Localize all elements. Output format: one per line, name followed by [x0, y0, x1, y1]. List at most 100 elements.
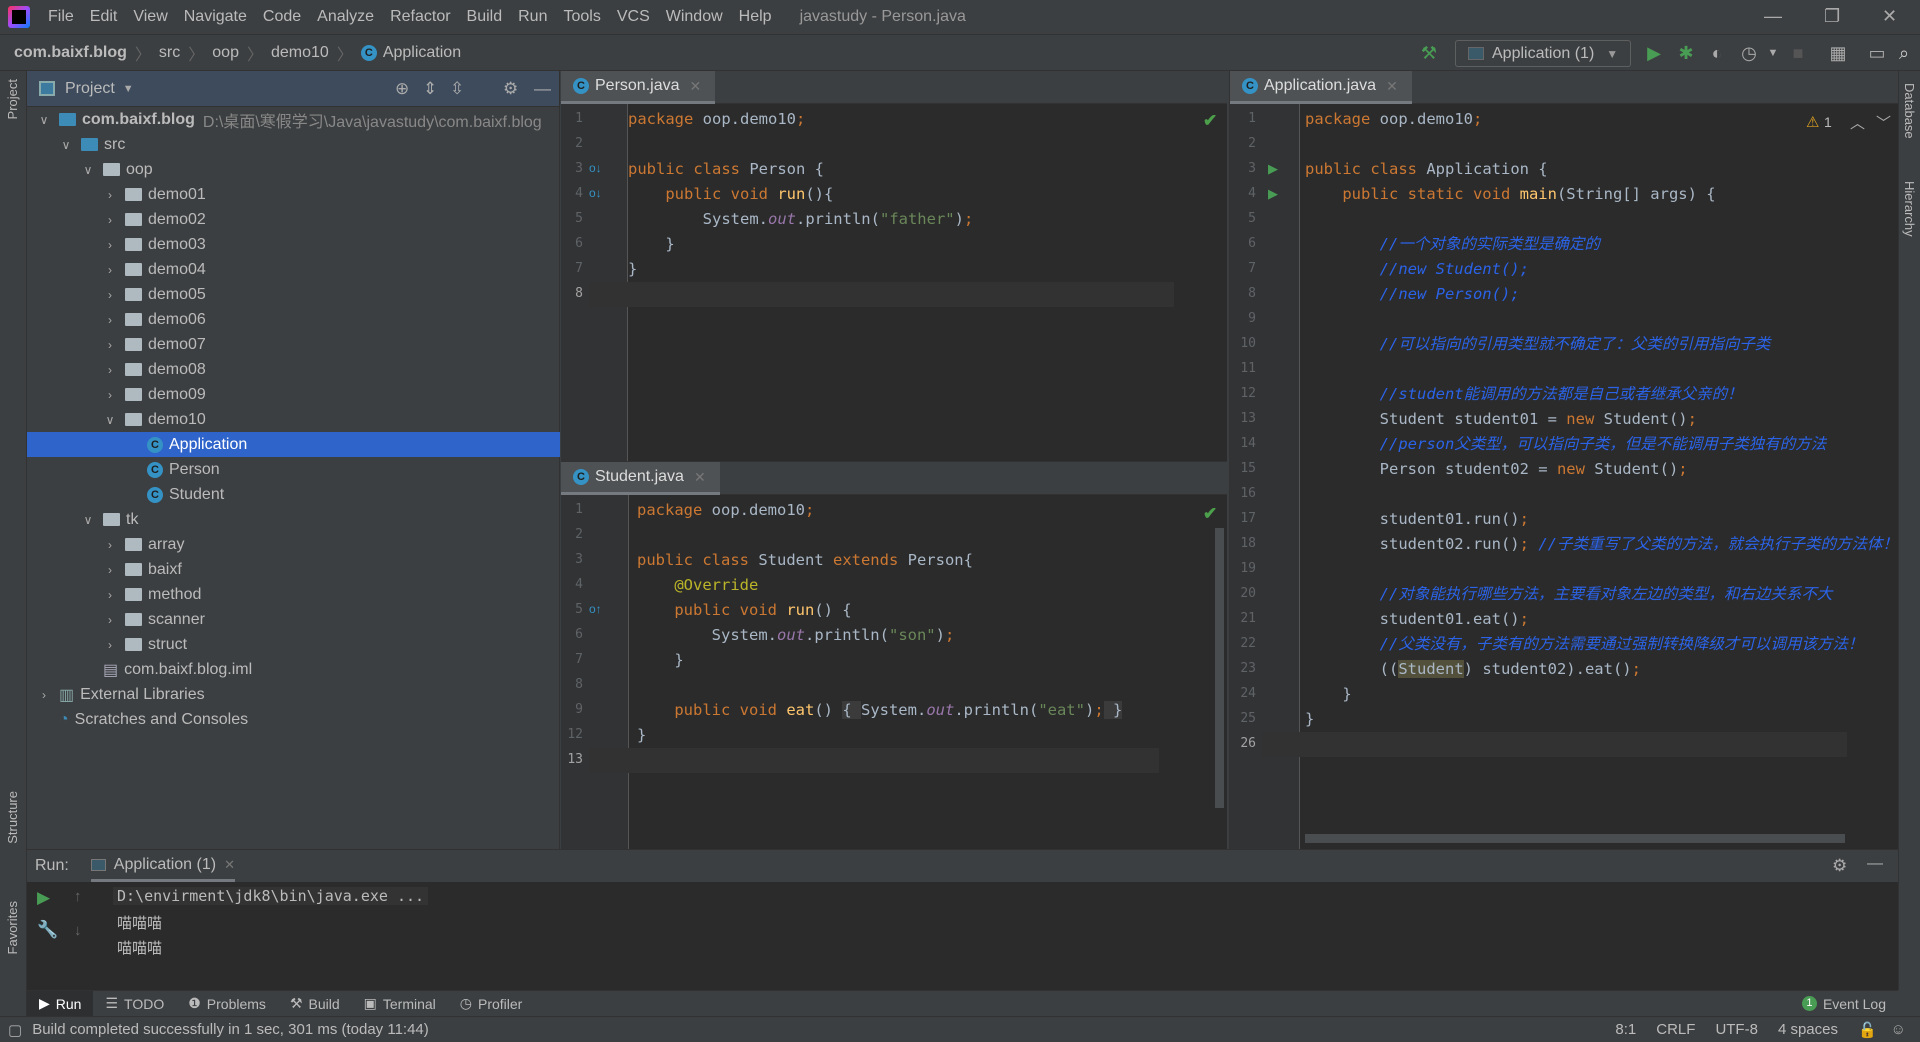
favorites-tool-button[interactable]: Favorites	[5, 901, 20, 954]
stop-icon[interactable]: ■	[1787, 42, 1809, 64]
collapse-all-icon[interactable]: ⇳	[450, 79, 464, 99]
code-line[interactable]: ((Student) student02).eat();	[1305, 657, 1641, 682]
editor-application[interactable]: C Application.java ✕ ⚠ 1 ︿ ﹀ 1 package oop.…	[1229, 71, 1898, 849]
chevron-down-icon[interactable]: ∨	[81, 513, 95, 527]
code-line[interactable]: //对象能执行哪些方法，主要看对象左边的类型，和右边关系不大	[1305, 582, 1833, 607]
chevron-right-icon[interactable]: ›	[103, 338, 117, 352]
caret-position[interactable]: 8:1	[1605, 1021, 1646, 1038]
run-gutter-icon[interactable]: ▶	[1268, 186, 1278, 202]
tree-item[interactable]: ∨ tk	[27, 507, 560, 532]
tree-item[interactable]: › demo02	[27, 207, 560, 232]
code-line[interactable]: public void run(){	[628, 182, 833, 207]
tree-item[interactable]: › array	[27, 532, 560, 557]
code-line[interactable]: }	[628, 232, 674, 257]
tree-item[interactable]: ◔ Scratches and Consoles	[27, 707, 560, 732]
code-line[interactable]: public class Person {	[628, 157, 824, 182]
inspector-icon[interactable]: ☺	[1887, 1021, 1920, 1038]
chevron-right-icon[interactable]: ›	[103, 188, 117, 202]
tree-item[interactable]: › method	[27, 582, 560, 607]
code-line[interactable]: //student能调用的方法都是自己或者继承父亲的！	[1305, 382, 1743, 407]
tree-item[interactable]: › demo05	[27, 282, 560, 307]
chevron-right-icon[interactable]: ›	[103, 263, 117, 277]
code-line[interactable]: }	[1305, 707, 1314, 732]
tree-item[interactable]: › demo06	[27, 307, 560, 332]
menu-tools[interactable]: Tools	[555, 8, 608, 26]
restore-icon[interactable]: ❐	[1824, 6, 1840, 27]
status-toggle-icon[interactable]: ▢	[8, 1021, 22, 1039]
chevron-right-icon[interactable]: ›	[103, 588, 117, 602]
previous-highlight-icon[interactable]: ︿	[1850, 112, 1865, 133]
tool-terminal[interactable]: ▣ Terminal	[352, 991, 448, 1017]
tree-item[interactable]: ∨ com.baixf.blog D:\桌面\寒假学习\Java\javastudy…	[27, 107, 560, 132]
coverage-icon[interactable]: ◐	[1706, 42, 1728, 64]
code-line[interactable]: //父类没有，子类有的方法需要通过强制转换降级才可以调用该方法！	[1305, 632, 1864, 657]
warning-icon[interactable]: ⚠	[1806, 113, 1819, 131]
code-line[interactable]: Student student01 = new Student();	[1305, 407, 1697, 432]
breadcrumb-item[interactable]: Application	[383, 44, 461, 62]
hide-icon[interactable]: —	[1867, 855, 1883, 873]
code-line[interactable]: student02.run(); //子类重写了父类的方法，就会执行子类的方法体…	[1305, 532, 1898, 557]
code-line[interactable]: //new Person();	[1305, 282, 1520, 307]
next-highlight-icon[interactable]: ﹀	[1876, 112, 1891, 133]
code-line[interactable]: //new Student();	[1305, 257, 1529, 282]
tool-event-log[interactable]: 1 Event Log	[1790, 991, 1898, 1017]
tool-run[interactable]: ▶ Run	[27, 990, 94, 1017]
overridden-icon[interactable]: o↓	[589, 186, 602, 200]
project-tool-button[interactable]: Project	[5, 79, 20, 119]
scroll-up-icon[interactable]: ↑	[74, 888, 82, 905]
expand-all-icon[interactable]: ⇕	[423, 79, 437, 99]
run-icon[interactable]: ▶	[1643, 42, 1665, 64]
code-line[interactable]: }	[637, 648, 683, 673]
code-line[interactable]: package oop.demo10;	[637, 498, 814, 523]
tree-item[interactable]: › demo08	[27, 357, 560, 382]
vertical-scrollbar[interactable]	[1215, 528, 1224, 808]
menu-refactor[interactable]: Refactor	[382, 8, 458, 26]
code-line[interactable]: }	[628, 257, 637, 282]
menu-vcs[interactable]: VCS	[609, 8, 658, 26]
chevron-right-icon[interactable]: ›	[37, 688, 51, 702]
warning-count[interactable]: 1	[1824, 114, 1832, 130]
hierarchy-tool-button[interactable]: Hierarchy	[1902, 181, 1917, 237]
overrides-icon[interactable]: o↑	[589, 602, 602, 616]
line-separator[interactable]: CRLF	[1646, 1021, 1705, 1038]
lock-icon[interactable]: 🔓	[1848, 1021, 1887, 1039]
tree-item[interactable]: › ▥ External Libraries	[27, 682, 560, 707]
tool-build[interactable]: ⚒ Build	[278, 991, 352, 1017]
menu-analyze[interactable]: Analyze	[309, 8, 382, 26]
code-line[interactable]: }	[1305, 682, 1351, 707]
indent-setting[interactable]: 4 spaces	[1768, 1021, 1848, 1038]
tree-item[interactable]: › demo09	[27, 382, 560, 407]
chevron-down-icon[interactable]: ∨	[81, 163, 95, 177]
tree-item[interactable]: › demo01	[27, 182, 560, 207]
tab-person-java[interactable]: C Person.java ✕	[561, 71, 716, 104]
chevron-right-icon[interactable]: ›	[103, 363, 117, 377]
chevron-right-icon[interactable]: ›	[103, 613, 117, 627]
overridden-icon[interactable]: o↓	[589, 161, 602, 175]
tree-item[interactable]: ∨ oop	[27, 157, 560, 182]
code-line[interactable]: public static void main(String[] args) {	[1305, 182, 1715, 207]
wrench-icon[interactable]: 🔧	[37, 920, 58, 940]
breadcrumb-item[interactable]: oop	[212, 44, 239, 62]
code-line[interactable]: //一个对象的实际类型是确定的	[1305, 232, 1600, 257]
chevron-down-icon[interactable]: ∨	[103, 413, 117, 427]
gear-icon[interactable]: ⚙	[1832, 856, 1847, 876]
build-hammer-icon[interactable]: ⚒	[1418, 42, 1440, 64]
chevron-down-icon[interactable]: ▼	[1762, 42, 1784, 64]
code-line[interactable]: public void run() {	[637, 598, 851, 623]
code-line[interactable]: //person父类型，可以指向子类，但是不能调用子类独有的方法	[1305, 432, 1827, 457]
code-line[interactable]: student01.eat();	[1305, 607, 1529, 632]
code-line[interactable]: @Override	[637, 573, 758, 598]
code-line[interactable]: public class Student extends Person{	[637, 548, 973, 573]
close-tab-icon[interactable]: ✕	[1386, 78, 1398, 95]
run-gutter-icon[interactable]: ▶	[1268, 161, 1278, 177]
code-line[interactable]: student01.run();	[1305, 507, 1529, 532]
tree-item[interactable]: C Student	[27, 482, 560, 507]
tree-item[interactable]: › baixf	[27, 557, 560, 582]
scroll-down-icon[interactable]: ↓	[74, 922, 82, 939]
close-icon[interactable]: ✕	[1882, 6, 1897, 27]
menu-code[interactable]: Code	[255, 8, 309, 26]
tree-item[interactable]: › scanner	[27, 607, 560, 632]
code-line[interactable]: }	[637, 723, 646, 748]
editor-student[interactable]: C Student.java ✕ ✔ 1 package oop.demo10; 2 3 p…	[561, 461, 1227, 849]
menu-navigate[interactable]: Navigate	[176, 8, 255, 26]
